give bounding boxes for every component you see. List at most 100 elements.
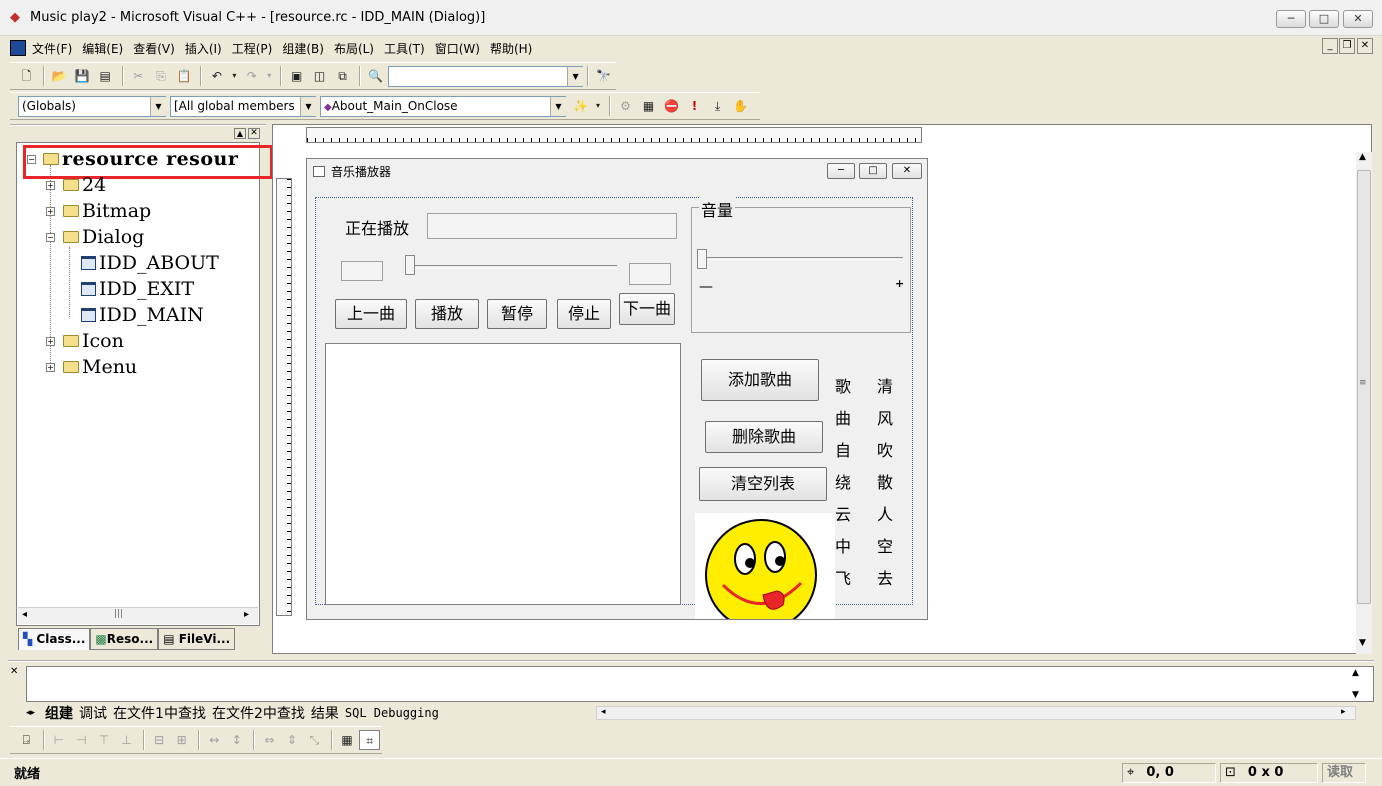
menu-build[interactable]: 组建(B): [282, 40, 324, 57]
members-combo[interactable]: [All global members ▼: [170, 95, 316, 117]
wizard-dropdown-icon[interactable]: ▾: [593, 96, 603, 116]
mdi-restore-button[interactable]: ❐: [1339, 38, 1355, 54]
align-top-icon[interactable]: ⊤: [94, 730, 115, 750]
align-left-icon[interactable]: ⊢: [49, 730, 70, 750]
tab-sql-debugging[interactable]: SQL Debugging: [345, 706, 439, 720]
space-down-icon[interactable]: ↕: [227, 730, 248, 750]
ruler-guides-icon[interactable]: ⌗: [359, 730, 380, 750]
scroll-right-icon[interactable]: ▸: [1341, 707, 1346, 717]
dialog-close-button[interactable]: ✕: [892, 163, 922, 179]
next-button[interactable]: 下一曲: [619, 293, 675, 325]
tree-item-idd-main[interactable]: IDD_MAIN: [81, 303, 204, 327]
panel-close-icon[interactable]: ✕: [248, 128, 260, 139]
mdi-close-button[interactable]: ✕: [1357, 38, 1373, 54]
minimize-button[interactable]: ─: [1276, 10, 1306, 28]
tree-expander[interactable]: +: [46, 363, 55, 372]
menu-file[interactable]: 文件(F): [32, 40, 72, 57]
tab-build[interactable]: 组建: [45, 703, 73, 723]
tab-debug[interactable]: 调试: [79, 703, 107, 723]
menu-project[interactable]: 工程(P): [232, 40, 273, 57]
tree-expander[interactable]: +: [46, 337, 55, 346]
tree-item-menu[interactable]: Menu: [63, 355, 137, 379]
total-time-field[interactable]: [629, 263, 671, 285]
menu-edit[interactable]: 编辑(E): [82, 40, 123, 57]
align-right-icon[interactable]: ⊣: [71, 730, 92, 750]
center-horizontal-icon[interactable]: ⊞: [171, 730, 192, 750]
tree-expander[interactable]: +: [46, 181, 55, 190]
vertical-ruler[interactable]: [276, 178, 292, 616]
doc-icon[interactable]: [10, 40, 26, 56]
same-width-icon[interactable]: ⇔: [259, 730, 280, 750]
menu-view[interactable]: 查看(V): [133, 40, 175, 57]
wizard-wand-icon[interactable]: ✨: [570, 96, 591, 116]
tab-scroll-icon[interactable]: ◂▸: [26, 708, 35, 718]
workspace-icon[interactable]: ▣: [286, 66, 307, 86]
music-player-dialog[interactable]: 音乐播放器 ─ □ ✕ 正在播放 上一曲 播放 暂停 停止 下一曲 音量 — +…: [306, 158, 928, 620]
tree-item-idd-exit[interactable]: IDD_EXIT: [81, 277, 194, 301]
scroll-grip-icon[interactable]: |||: [114, 609, 123, 619]
menu-tools[interactable]: 工具(T): [384, 40, 425, 57]
compile-icon[interactable]: ⚙: [615, 96, 636, 116]
panel-float-icon[interactable]: ▲: [234, 128, 246, 139]
chevron-down-icon[interactable]: ▼: [567, 66, 584, 86]
redo-icon[interactable]: ↷: [241, 66, 262, 86]
tab-results[interactable]: 结果: [311, 703, 339, 723]
tab-find-in-files-1[interactable]: 在文件1中查找: [113, 703, 206, 723]
clear-list-button[interactable]: 清空列表: [699, 467, 827, 501]
scroll-up-icon[interactable]: ▲: [1359, 152, 1366, 162]
scroll-down-icon[interactable]: ▼: [1359, 638, 1366, 648]
volume-slider-thumb[interactable]: [697, 249, 707, 269]
tab-find-in-files-2[interactable]: 在文件2中查找: [212, 703, 305, 723]
align-bottom-icon[interactable]: ⊥: [116, 730, 137, 750]
window-list-icon[interactable]: ⧉: [332, 66, 353, 86]
maximize-button[interactable]: □: [1309, 10, 1339, 28]
chevron-down-icon[interactable]: ▼: [300, 96, 316, 116]
tree-expander[interactable]: −: [46, 233, 55, 242]
pause-button[interactable]: 暂停: [487, 299, 547, 329]
grid-icon[interactable]: ▦: [337, 730, 358, 750]
undo-dropdown-icon[interactable]: ▾: [229, 66, 239, 86]
find-in-files-icon[interactable]: 🔍: [365, 66, 386, 86]
menu-insert[interactable]: 插入(I): [185, 40, 222, 57]
tree-item-icon[interactable]: Icon: [63, 329, 124, 353]
new-file-icon[interactable]: 🗋: [16, 66, 37, 86]
same-height-icon[interactable]: ⇕: [282, 730, 303, 750]
workspace-grip[interactable]: ▲ ✕: [10, 124, 266, 144]
save-all-icon[interactable]: ▤: [95, 66, 116, 86]
volume-slider-track[interactable]: [699, 257, 903, 260]
cut-icon[interactable]: ✂: [128, 66, 149, 86]
copy-icon[interactable]: ⎘: [151, 66, 172, 86]
output-scroll-up-icon[interactable]: ▲: [1352, 668, 1359, 678]
tree-item-24[interactable]: 24: [63, 173, 106, 197]
space-across-icon[interactable]: ↔: [204, 730, 225, 750]
scroll-left-icon[interactable]: ◂: [601, 707, 606, 717]
tab-resource-view[interactable]: ▩Reso...: [90, 628, 159, 650]
tree-item-bitmap[interactable]: Bitmap: [63, 199, 151, 223]
play-button[interactable]: 播放: [415, 299, 479, 329]
delete-song-button[interactable]: 删除歌曲: [705, 421, 823, 453]
output-close-icon[interactable]: ✕: [10, 666, 18, 677]
tab-file-view[interactable]: ▤ FileVi...: [158, 628, 236, 650]
prev-button[interactable]: 上一曲: [335, 299, 407, 329]
tree-expander[interactable]: +: [46, 207, 55, 216]
save-icon[interactable]: 💾: [72, 66, 93, 86]
same-size-icon[interactable]: ⤡: [304, 730, 325, 750]
tab-class-view[interactable]: ▚ Class...: [18, 628, 91, 650]
output-horizontal-scrollbar[interactable]: ◂ ▸: [596, 706, 1356, 720]
now-playing-field[interactable]: [427, 213, 677, 239]
undo-icon[interactable]: ↶: [206, 66, 227, 86]
progress-slider-thumb[interactable]: [405, 255, 415, 275]
horizontal-scrollbar[interactable]: ◂ ||| ▸: [18, 607, 258, 624]
tree-item-idd-about[interactable]: IDD_ABOUT: [81, 251, 219, 275]
dialog-maximize-button[interactable]: □: [859, 163, 887, 179]
menu-window[interactable]: 窗口(W): [435, 40, 480, 57]
build-icon[interactable]: ▦: [638, 96, 659, 116]
chevron-down-icon[interactable]: ▼: [550, 96, 566, 116]
scroll-left-icon[interactable]: ◂: [22, 609, 27, 620]
paste-icon[interactable]: 📋: [174, 66, 195, 86]
test-dialog-icon[interactable]: ⍈: [16, 730, 37, 750]
editor-vertical-scrollbar[interactable]: ▲ ≡ ▼: [1356, 152, 1372, 654]
smiley-picture[interactable]: [695, 513, 835, 619]
open-icon[interactable]: 📂: [49, 66, 70, 86]
output-window-icon[interactable]: ◫: [309, 66, 330, 86]
